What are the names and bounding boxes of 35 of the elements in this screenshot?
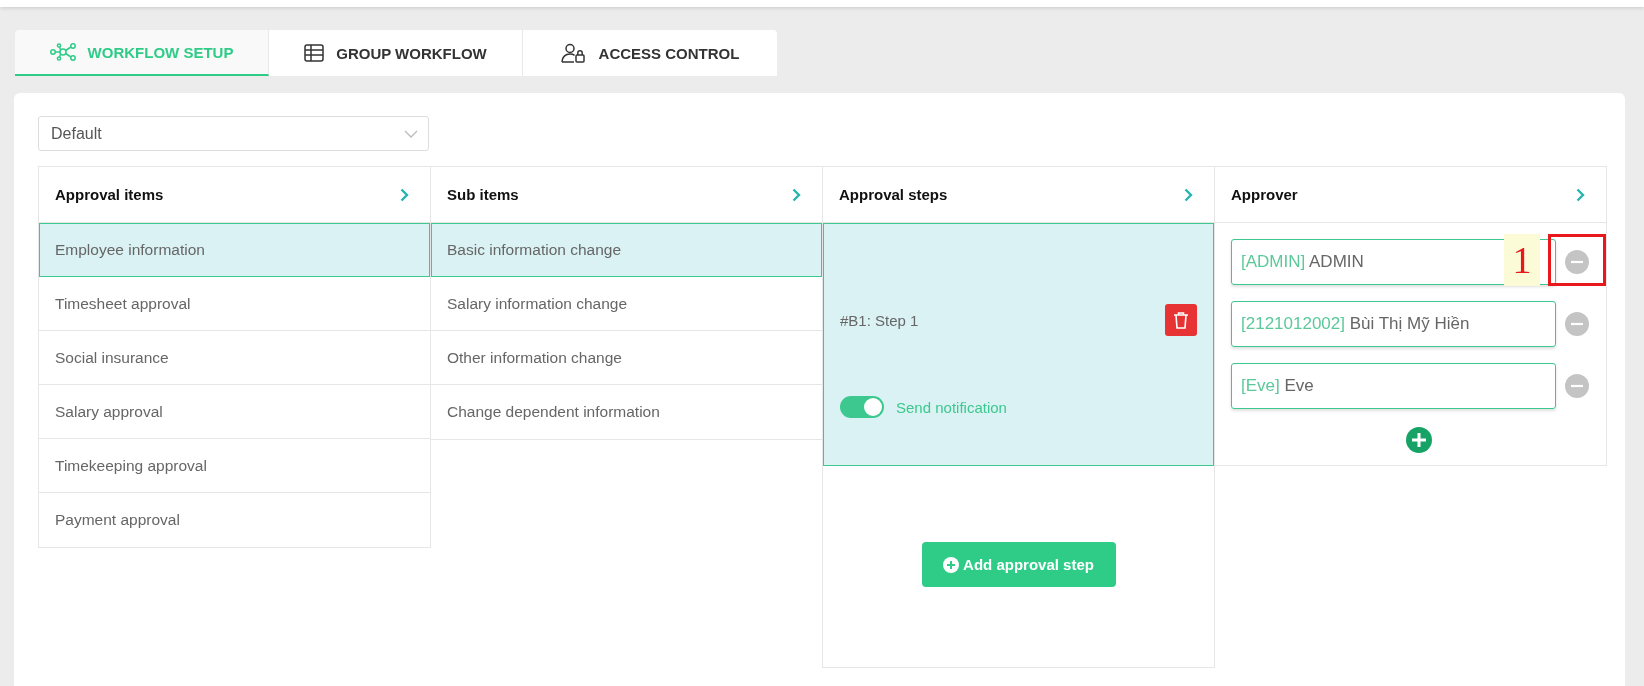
highlight-frame — [1548, 234, 1606, 286]
user-lock-icon — [560, 43, 587, 63]
step-label: #B1: Step 1 — [840, 311, 919, 329]
workflow-dropdown[interactable]: Default — [38, 116, 429, 151]
list-item[interactable]: Employee information — [39, 223, 430, 277]
list-item[interactable]: Change dependent information — [431, 385, 822, 439]
remove-icon[interactable] — [1565, 374, 1589, 398]
remove-icon[interactable] — [1565, 312, 1589, 336]
column-title: Approver — [1231, 186, 1298, 203]
remove-icon[interactable] — [1565, 250, 1589, 274]
delete-button[interactable] — [1165, 304, 1197, 336]
approver-field[interactable]: [2121012002] Bùi Thị Mỹ Hiền — [1231, 301, 1556, 347]
tab[interactable]: ACCESS CONTROL — [523, 30, 777, 76]
step-card[interactable]: #B1: Step 1 Send notification — [823, 223, 1214, 466]
list-item[interactable]: Payment approval — [39, 493, 430, 547]
table-icon — [304, 44, 325, 62]
column-title: Approval steps — [839, 186, 948, 203]
chevron-down-icon — [404, 129, 418, 138]
column-title: Sub items — [447, 186, 519, 203]
chevron-right-icon[interactable] — [400, 187, 409, 202]
plus-circle-icon — [943, 556, 960, 573]
toggle-label: Send notification — [896, 398, 1007, 416]
toggle-switch[interactable] — [840, 396, 884, 418]
callout-number: 1 — [1504, 234, 1540, 286]
chevron-right-icon[interactable] — [1576, 187, 1585, 202]
tab[interactable]: GROUP WORKFLOW — [269, 30, 523, 76]
add-icon[interactable] — [1405, 427, 1432, 453]
list-item[interactable]: Basic information change — [431, 223, 822, 277]
list-item[interactable]: Timekeeping approval — [39, 439, 430, 493]
chevron-right-icon[interactable] — [792, 187, 801, 202]
chevron-right-icon[interactable] — [1184, 187, 1193, 202]
approver-field[interactable]: [Eve] Eve — [1231, 363, 1556, 409]
nodes-icon — [49, 43, 76, 61]
trash-icon — [1173, 311, 1189, 329]
column-title: Approval items — [55, 186, 164, 203]
